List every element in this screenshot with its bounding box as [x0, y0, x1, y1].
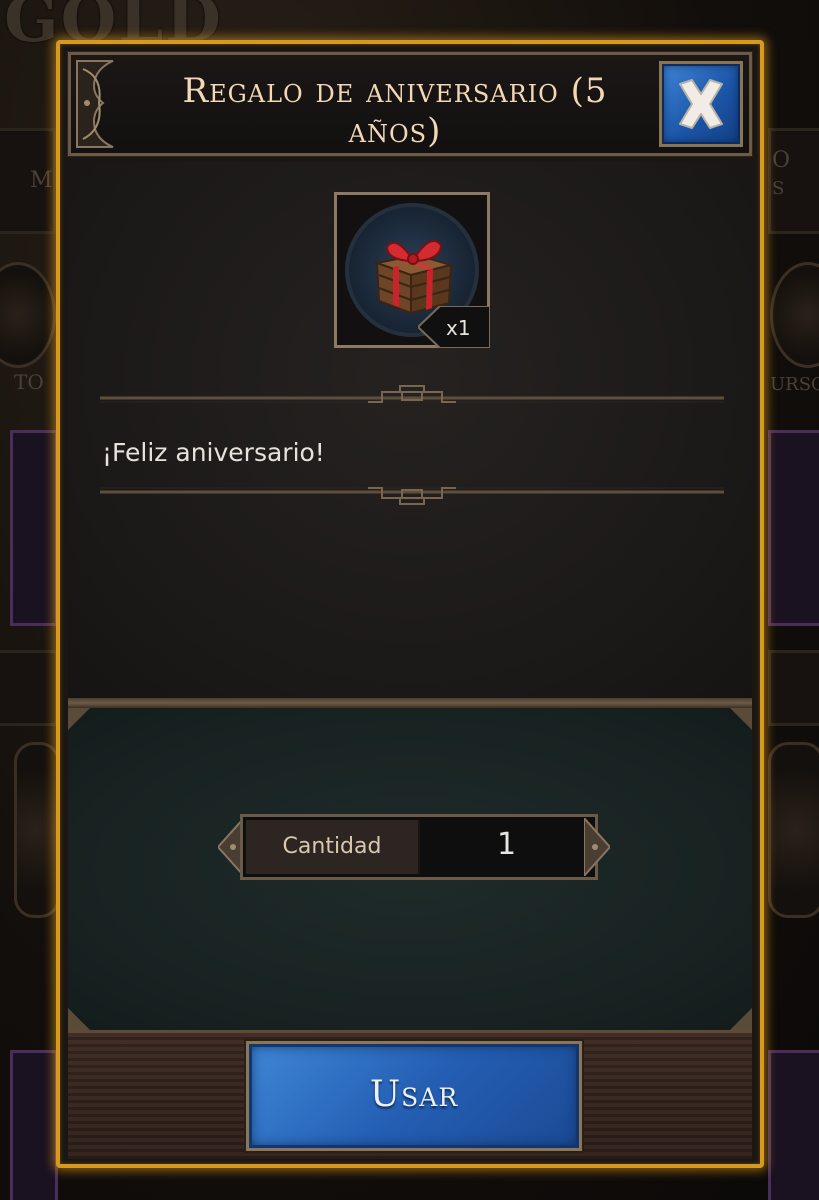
corner-ornament-icon — [76, 60, 114, 148]
background-card — [768, 1050, 819, 1200]
anniversary-gift-dialog: Regalo de aniversario (5 años) x1 ¡Feliz… — [56, 40, 764, 1168]
panel-corner-ornament — [730, 1008, 752, 1030]
background-tile — [768, 650, 819, 726]
background-word: TO — [14, 370, 44, 394]
background-card — [10, 1050, 58, 1200]
item-quantity-text: x1 — [446, 316, 471, 340]
quantity-frame: Cantidad 1 — [240, 814, 598, 880]
gift-message: ¡Feliz aniversario! — [102, 438, 325, 467]
dialog-title-bar: Regalo de aniversario (5 años) — [67, 51, 753, 157]
ornamental-divider — [100, 487, 724, 505]
background-resource-icon — [0, 262, 56, 368]
dialog-title: Regalo de aniversario (5 años) — [182, 71, 608, 151]
background-card — [14, 742, 60, 918]
panel-corner-ornament — [68, 708, 90, 730]
quantity-selector: Cantidad 1 — [218, 812, 610, 882]
background-word: O — [772, 148, 791, 173]
background-card — [10, 430, 58, 626]
background-resource-icon — [770, 262, 819, 368]
dialog-content: x1 ¡Feliz aniversario! — [68, 162, 752, 698]
quantity-label-box: Cantidad — [246, 820, 420, 874]
close-x-icon — [679, 79, 723, 129]
item-quantity-badge: x1 — [418, 306, 490, 348]
background-word: S — [772, 178, 785, 199]
quantity-label: Cantidad — [282, 834, 382, 859]
background-card — [768, 430, 819, 626]
quantity-input[interactable]: 1 — [421, 827, 592, 862]
panel-corner-ornament — [68, 1008, 90, 1030]
background-word: URSO — [770, 374, 819, 395]
background-word: M — [30, 168, 53, 193]
ornamental-divider — [100, 385, 724, 403]
section-separator — [68, 698, 752, 708]
item-slot: x1 — [334, 192, 490, 348]
background-tile — [0, 650, 58, 726]
background-card — [768, 742, 819, 918]
dialog-footer: Usar — [68, 1030, 752, 1159]
panel-corner-ornament — [730, 708, 752, 730]
close-button[interactable] — [659, 61, 743, 147]
use-button[interactable]: Usar — [244, 1039, 584, 1153]
game-screen: GOLD M TO O S URSO Regalo de aniversario… — [0, 0, 819, 1200]
increase-arrow-icon[interactable] — [584, 818, 610, 876]
use-button-label: Usar — [369, 1074, 459, 1115]
quantity-panel: Cantidad 1 — [68, 708, 752, 1030]
